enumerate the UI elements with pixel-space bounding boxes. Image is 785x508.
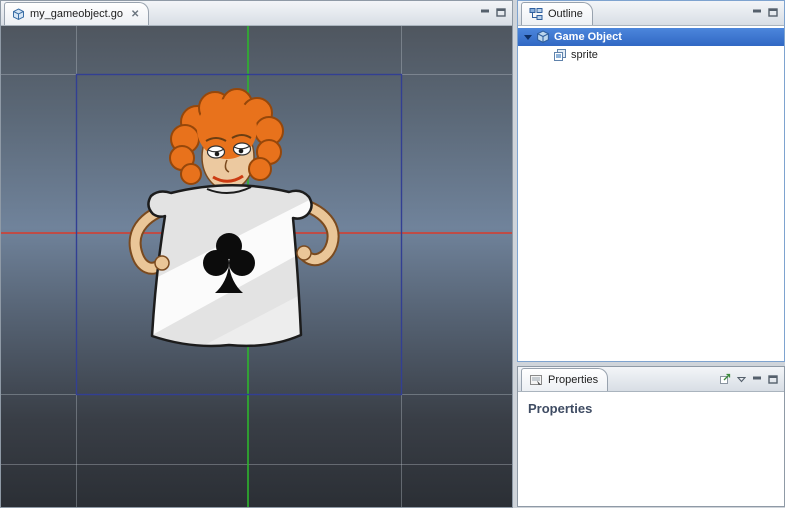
expander-arrow-icon[interactable] — [524, 34, 532, 40]
maximize-icon[interactable] — [496, 7, 506, 17]
property-sheet-icon — [529, 373, 543, 387]
outline-panel: Outline Game Object sprite — [517, 0, 785, 362]
maximize-icon[interactable] — [768, 374, 778, 384]
outline-tab[interactable]: Outline — [521, 2, 593, 25]
minimize-icon[interactable] — [752, 374, 762, 384]
editor-tabbar: my_gameobject.go ✕ — [1, 1, 512, 26]
tree-item-sprite[interactable]: sprite — [518, 46, 784, 64]
outline-tree-icon — [529, 7, 543, 21]
app-window: my_gameobject.go ✕ Outline Game Object s… — [0, 0, 785, 508]
properties-panel: Properties Properties — [517, 366, 785, 507]
properties-tab[interactable]: Properties — [521, 368, 609, 391]
properties-tabbar: Properties — [518, 367, 784, 392]
sprite-icon — [553, 48, 567, 62]
properties-toolbar — [719, 373, 778, 385]
maximize-icon[interactable] — [768, 7, 778, 17]
view-menu-chevron-icon[interactable] — [737, 375, 746, 384]
properties-title: Properties — [528, 401, 593, 416]
game-object-cube-icon — [536, 30, 550, 44]
properties-content: Properties — [518, 392, 784, 506]
outline-tab-label: Outline — [548, 8, 583, 20]
tree-item-game-object[interactable]: Game Object — [518, 28, 784, 46]
outline-window-buttons — [752, 7, 778, 17]
tree-item-label: sprite — [571, 49, 598, 61]
pin-view-icon[interactable] — [719, 373, 731, 385]
editor-tab-label: my_gameobject.go — [30, 8, 123, 20]
editor-tab[interactable]: my_gameobject.go ✕ — [4, 2, 150, 25]
scene-viewport — [1, 26, 512, 507]
scene-canvas[interactable] — [1, 26, 512, 507]
outline-tree: Game Object sprite — [518, 26, 784, 361]
properties-tab-label: Properties — [548, 374, 599, 386]
editor-window-buttons — [480, 7, 506, 17]
game-object-cube-icon — [12, 7, 25, 21]
outline-tabbar: Outline — [518, 1, 784, 26]
minimize-icon[interactable] — [480, 7, 490, 17]
minimize-icon[interactable] — [752, 7, 762, 17]
editor-panel: my_gameobject.go ✕ — [0, 0, 513, 508]
close-tab-icon[interactable]: ✕ — [131, 9, 139, 20]
tree-item-label: Game Object — [554, 31, 622, 43]
